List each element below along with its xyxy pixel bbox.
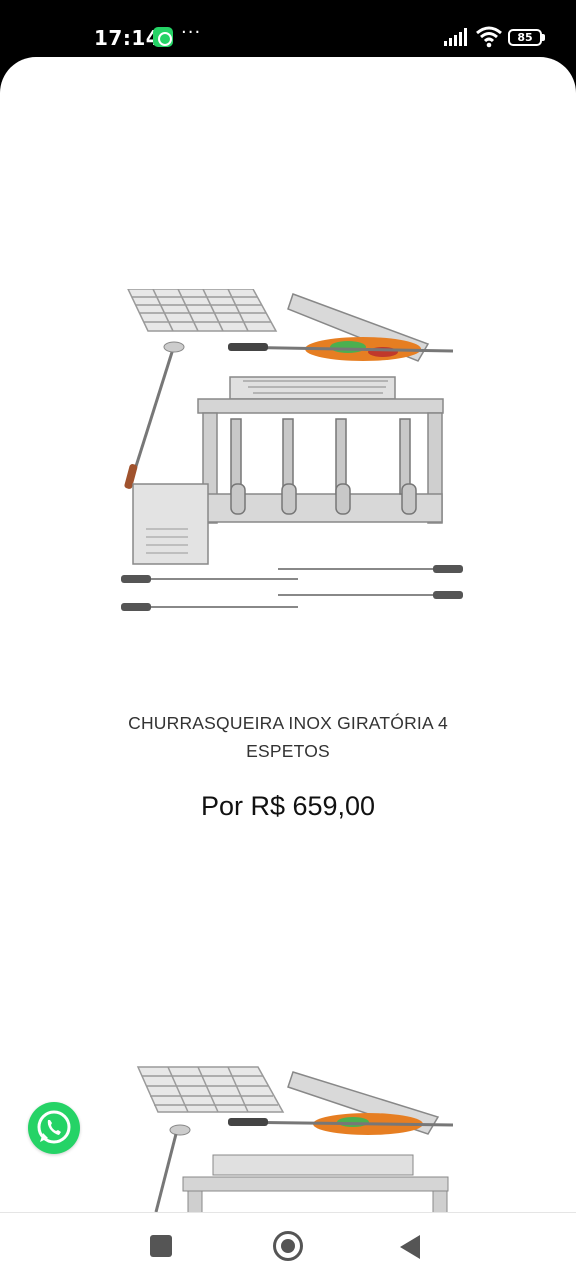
product-name-line-1: CHURRASQUEIRA INOX GIRATÓRIA 4 bbox=[128, 713, 448, 733]
navigation-bar bbox=[0, 1212, 576, 1280]
more-notifications-icon: ··· bbox=[181, 22, 202, 43]
whatsapp-float-button[interactable] bbox=[28, 1102, 80, 1154]
product-image[interactable] bbox=[118, 289, 468, 619]
signal-icon bbox=[444, 28, 467, 46]
whatsapp-notification-icon bbox=[153, 27, 173, 47]
status-time: 17:14 bbox=[94, 26, 161, 50]
battery-icon: 85 bbox=[508, 29, 546, 46]
wifi-icon bbox=[476, 26, 502, 48]
battery-level: 85 bbox=[517, 31, 533, 44]
product-price: Por R$ 659,00 bbox=[200, 791, 376, 821]
product-name-line-2: ESPETOS bbox=[246, 741, 330, 761]
product-name[interactable]: CHURRASQUEIRA INOX GIRATÓRIA 4 ESPETOS bbox=[110, 709, 466, 765]
product-image-2[interactable] bbox=[118, 1062, 468, 1212]
whatsapp-icon bbox=[37, 1110, 71, 1144]
home-button[interactable] bbox=[273, 1231, 303, 1261]
back-button[interactable] bbox=[400, 1235, 420, 1259]
page-content: CHURRASQUEIRA INOX GIRATÓRIA 4 ESPETOS P… bbox=[0, 57, 576, 1212]
recent-apps-button[interactable] bbox=[150, 1235, 172, 1257]
